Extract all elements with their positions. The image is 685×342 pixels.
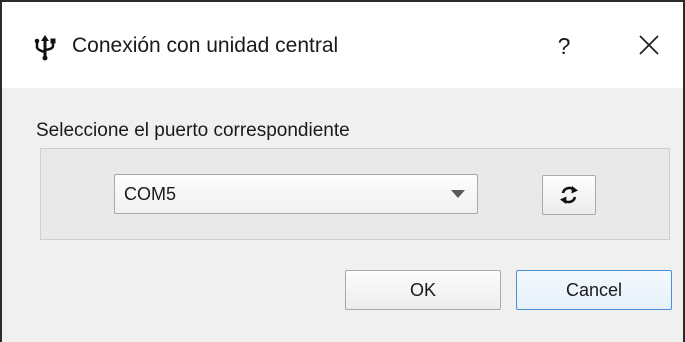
window-title: Conexión con unidad central — [72, 34, 339, 57]
cancel-button[interactable]: Cancel — [516, 270, 672, 310]
refresh-button[interactable] — [542, 175, 596, 215]
ok-button[interactable]: OK — [345, 270, 501, 310]
usb-icon — [34, 35, 56, 61]
chevron-down-icon — [451, 190, 465, 198]
port-prompt-label: Seleccione el puerto correspondiente — [36, 120, 350, 141]
help-button[interactable]: ? — [550, 26, 578, 66]
port-select-value: COM5 — [124, 184, 177, 204]
close-icon[interactable] — [636, 32, 662, 58]
title-bar: Conexión con unidad central ? — [2, 2, 683, 88]
port-select[interactable]: COM5 — [114, 174, 478, 214]
refresh-icon — [560, 186, 578, 204]
dialog-window: Conexión con unidad central ? Seleccione… — [0, 0, 685, 342]
